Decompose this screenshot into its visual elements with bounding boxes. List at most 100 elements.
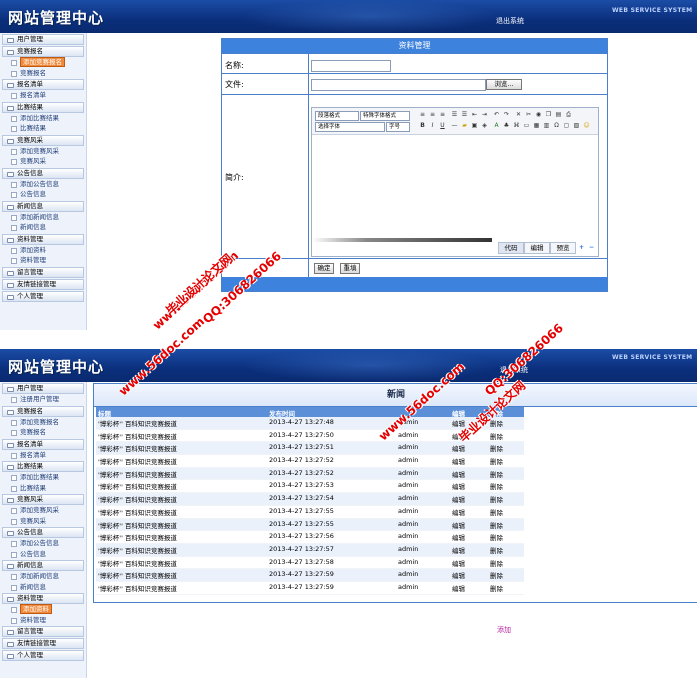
logout-link[interactable]: 退出系统 bbox=[496, 16, 524, 26]
sidebar-category[interactable]: 报名清单 bbox=[2, 79, 84, 90]
font-size-select[interactable]: 字号 bbox=[386, 122, 410, 132]
edit-link[interactable]: 编辑 bbox=[452, 545, 465, 555]
delete-link[interactable]: 删除 bbox=[490, 481, 503, 491]
sidebar-item[interactable]: 添加资料 bbox=[2, 604, 84, 615]
highlight-icon[interactable]: ▰ bbox=[461, 122, 468, 129]
align-left-icon[interactable]: ≡ bbox=[419, 111, 426, 118]
special-font-select[interactable]: 特殊字体格式 bbox=[360, 111, 410, 121]
bg-color-icon[interactable]: ♣ bbox=[503, 122, 510, 129]
sidebar-category[interactable]: 留言管理 bbox=[2, 626, 84, 637]
reset-button[interactable]: 重填 bbox=[340, 263, 360, 274]
undo-icon[interactable]: ↶ bbox=[493, 111, 500, 118]
flash-icon[interactable]: ◈ bbox=[481, 122, 488, 129]
add-news-link[interactable]: 添加 bbox=[497, 625, 511, 635]
sidebar-category[interactable]: 资料管理 bbox=[2, 593, 84, 604]
sidebar-item[interactable]: 添加竞赛报名 bbox=[2, 57, 84, 68]
emoticon-icon[interactable]: ☺ bbox=[583, 122, 590, 129]
tab-code[interactable]: 代码 bbox=[498, 242, 524, 254]
redo-icon[interactable]: ↷ bbox=[503, 111, 510, 118]
sidebar-item[interactable]: 添加公告信息 bbox=[2, 538, 84, 549]
delete-link[interactable]: 删除 bbox=[490, 545, 503, 555]
sidebar-item[interactable]: 添加比赛结果 bbox=[2, 113, 84, 124]
sidebar-item[interactable]: 报名清单 bbox=[2, 450, 84, 461]
indent-icon[interactable]: ⇥ bbox=[481, 111, 488, 118]
browse-button[interactable]: 浏览... bbox=[486, 79, 522, 90]
align-center-icon[interactable]: ≡ bbox=[429, 111, 436, 118]
sidebar-item[interactable]: 竞赛报名 bbox=[2, 68, 84, 79]
edit-link[interactable]: 编辑 bbox=[452, 520, 465, 530]
sidebar-category[interactable]: 留言管理 bbox=[2, 266, 84, 278]
delete-icon[interactable]: ✕ bbox=[515, 111, 522, 118]
sidebar-category[interactable]: 比赛结果 bbox=[2, 101, 84, 113]
align-right-icon[interactable]: ≡ bbox=[439, 111, 446, 118]
edit-link[interactable]: 编辑 bbox=[452, 570, 465, 580]
sidebar-item[interactable]: 资料管理 bbox=[2, 255, 84, 266]
copy-icon[interactable]: ❐ bbox=[545, 111, 552, 118]
tab-edit[interactable]: 编辑 bbox=[524, 242, 550, 254]
sidebar-category[interactable]: 友情链接管理 bbox=[2, 278, 84, 290]
sidebar-category[interactable]: 比赛结果 bbox=[2, 461, 84, 472]
sidebar-category[interactable]: 竞赛报名 bbox=[2, 405, 84, 417]
edit-link[interactable]: 编辑 bbox=[452, 507, 465, 517]
sidebar-category[interactable]: 个人管理 bbox=[2, 650, 84, 661]
delete-link[interactable]: 删除 bbox=[490, 431, 503, 441]
sidebar-item[interactable]: 注册用户管理 bbox=[2, 394, 84, 405]
sidebar-item[interactable]: 竞赛风采 bbox=[2, 516, 84, 527]
sidebar-item[interactable]: 报名清单 bbox=[2, 90, 84, 101]
sidebar-category[interactable]: 竞赛风采 bbox=[2, 134, 84, 146]
name-input[interactable] bbox=[311, 60, 391, 72]
link-icon[interactable]: ⌘ bbox=[513, 122, 520, 129]
delete-link[interactable]: 删除 bbox=[490, 443, 503, 453]
underline-icon[interactable]: U bbox=[439, 122, 446, 129]
paragraph-format-select[interactable]: 段落格式 bbox=[315, 111, 359, 121]
delete-link[interactable]: 删除 bbox=[490, 456, 503, 466]
unlink-icon[interactable]: ▭ bbox=[523, 122, 530, 129]
sidebar-category[interactable]: 公告信息 bbox=[2, 167, 84, 179]
sidebar-category[interactable]: 用户管理 bbox=[2, 383, 84, 394]
font-family-select[interactable]: 选择字体 bbox=[315, 122, 385, 132]
edit-link[interactable]: 编辑 bbox=[452, 532, 465, 542]
cut-icon[interactable]: ✂ bbox=[525, 111, 532, 118]
sidebar-item[interactable]: 添加新闻信息 bbox=[2, 571, 84, 582]
delete-link[interactable]: 删除 bbox=[490, 469, 503, 479]
edit-link[interactable]: 编辑 bbox=[452, 583, 465, 593]
shrink-icon[interactable]: − bbox=[588, 244, 595, 251]
sidebar-category[interactable]: 新闻信息 bbox=[2, 200, 84, 212]
sidebar-item[interactable]: 新闻信息 bbox=[2, 582, 84, 593]
print-icon[interactable]: ⎙ bbox=[565, 111, 572, 118]
sidebar-item[interactable]: 添加公告信息 bbox=[2, 179, 84, 190]
edit-link[interactable]: 编辑 bbox=[452, 456, 465, 466]
sidebar-item[interactable]: 竞赛风采 bbox=[2, 156, 84, 167]
edit-link[interactable]: 编辑 bbox=[452, 558, 465, 568]
sidebar-item[interactable]: 资料管理 bbox=[2, 615, 84, 626]
delete-link[interactable]: 删除 bbox=[490, 494, 503, 504]
fullscreen-icon[interactable]: ▢ bbox=[563, 122, 570, 129]
media-icon[interactable]: ▥ bbox=[543, 122, 550, 129]
sidebar-category[interactable]: 公告信息 bbox=[2, 527, 84, 538]
delete-link[interactable]: 删除 bbox=[490, 507, 503, 517]
delete-link[interactable]: 删除 bbox=[490, 558, 503, 568]
delete-link[interactable]: 删除 bbox=[490, 583, 503, 593]
sidebar-item[interactable]: 新闻信息 bbox=[2, 222, 84, 233]
edit-link[interactable]: 编辑 bbox=[452, 469, 465, 479]
sidebar-category[interactable]: 竞赛报名 bbox=[2, 46, 84, 57]
sidebar-item[interactable]: 添加竞赛风采 bbox=[2, 146, 84, 157]
bold-icon[interactable]: B bbox=[419, 122, 426, 129]
edit-link[interactable]: 编辑 bbox=[452, 494, 465, 504]
sidebar-category[interactable]: 个人管理 bbox=[2, 290, 84, 302]
outdent-icon[interactable]: ⇤ bbox=[471, 111, 478, 118]
sidebar-item[interactable]: 添加比赛结果 bbox=[2, 472, 84, 483]
font-color-icon[interactable]: A bbox=[493, 122, 500, 129]
sidebar-item[interactable]: 比赛结果 bbox=[2, 123, 84, 134]
sidebar-category[interactable]: 新闻信息 bbox=[2, 560, 84, 571]
paste-icon[interactable]: ▤ bbox=[555, 111, 562, 118]
italic-icon[interactable]: I bbox=[429, 122, 436, 129]
sidebar-category[interactable]: 友情链接管理 bbox=[2, 638, 84, 649]
ordered-list-icon[interactable]: ☰ bbox=[451, 111, 458, 118]
table-icon[interactable]: ▦ bbox=[533, 122, 540, 129]
find-icon[interactable]: ◉ bbox=[535, 111, 542, 118]
sidebar-category[interactable]: 资料管理 bbox=[2, 233, 84, 245]
delete-link[interactable]: 删除 bbox=[490, 532, 503, 542]
edit-link[interactable]: 编辑 bbox=[452, 481, 465, 491]
sidebar-item[interactable]: 比赛结果 bbox=[2, 483, 84, 494]
